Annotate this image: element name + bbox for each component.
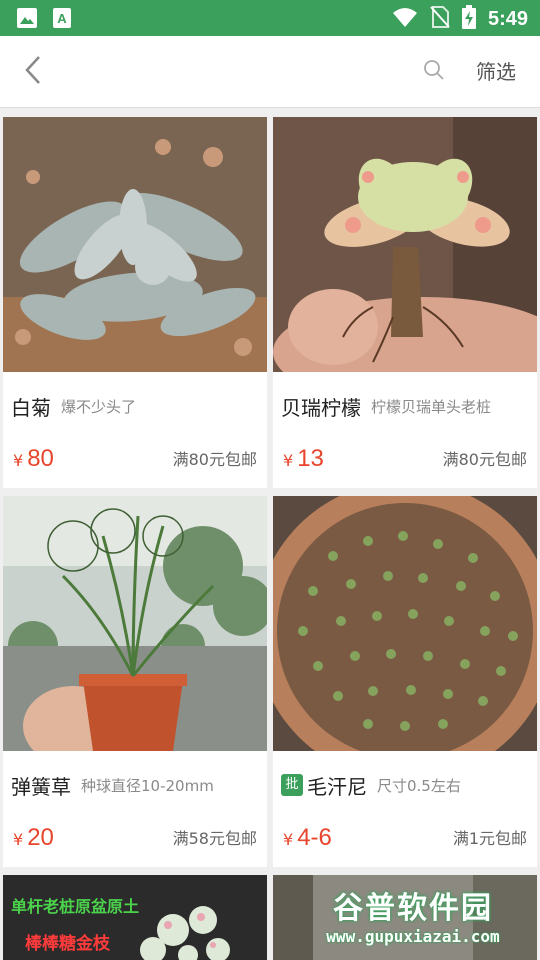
photo-overlay-text: 棒棒糖金枝 bbox=[25, 934, 110, 954]
product-name: 弹簧草 bbox=[11, 774, 71, 799]
shipping-note: 满58元包邮 bbox=[172, 829, 257, 848]
product-name: 毛汗尼 bbox=[307, 774, 367, 799]
product-card[interactable]: 谷普软件园 www.gupuxiazai.com bbox=[273, 875, 537, 960]
watermark-text: 谷普软件园 bbox=[333, 891, 493, 926]
search-icon bbox=[423, 59, 445, 85]
wifi-icon bbox=[392, 6, 418, 32]
product-title-row: 白菊 爆不少头了 bbox=[11, 391, 263, 421]
currency-symbol: ¥ bbox=[283, 830, 294, 849]
shipping-note: 满80元包邮 bbox=[172, 450, 257, 469]
product-photo bbox=[3, 117, 267, 372]
back-button[interactable] bbox=[18, 54, 48, 90]
price-value: 80 bbox=[27, 445, 54, 472]
currency-symbol: ¥ bbox=[13, 451, 24, 470]
price-value: 20 bbox=[27, 824, 54, 851]
product-title-row: 批 毛汗尼 尺寸0.5左右 bbox=[281, 770, 533, 800]
battery-charging-icon bbox=[461, 5, 476, 33]
product-photo: 谷普软件园 www.gupuxiazai.com bbox=[273, 875, 537, 960]
top-nav-bar: 筛选 bbox=[0, 36, 540, 108]
no-sim-icon bbox=[430, 5, 450, 33]
product-subtitle: 爆不少头了 bbox=[61, 397, 137, 416]
product-title-row: 贝瑞柠檬 柠檬贝瑞单头老桩 bbox=[281, 391, 533, 421]
product-card[interactable]: 弹簧草 种球直径10-20mm ¥ 20 满58元包邮 bbox=[3, 496, 267, 867]
clock-time: 5:49 bbox=[487, 8, 528, 30]
product-name: 白菊 bbox=[11, 395, 51, 420]
product-photo bbox=[273, 117, 537, 372]
filter-button[interactable]: 筛选 bbox=[466, 56, 526, 88]
product-subtitle: 种球直径10-20mm bbox=[81, 776, 214, 795]
product-photo: 单杆老桩原盆原土 棒棒糖金枝 bbox=[3, 875, 267, 960]
product-grid: 白菊 爆不少头了 ¥ 80 满80元包邮 贝瑞柠檬 柠檬贝瑞单头老桩 ¥ 13 … bbox=[0, 109, 540, 960]
status-bar: A 5:49 bbox=[0, 0, 540, 36]
svg-text:A: A bbox=[57, 11, 67, 26]
currency-symbol: ¥ bbox=[283, 451, 294, 470]
shipping-note: 满1元包邮 bbox=[452, 829, 527, 848]
chevron-left-icon bbox=[24, 55, 42, 89]
product-price: ¥ 20 bbox=[13, 824, 54, 854]
photo-overlay-text: 单杆老桩原盆原土 bbox=[11, 897, 140, 916]
product-title-row: 弹簧草 种球直径10-20mm bbox=[11, 770, 263, 800]
search-button[interactable] bbox=[420, 58, 448, 86]
watermark-url: www.gupuxiazai.com bbox=[326, 927, 500, 946]
product-card[interactable]: 白菊 爆不少头了 ¥ 80 满80元包邮 bbox=[3, 117, 267, 488]
product-price: ¥ 80 bbox=[13, 445, 54, 475]
font-app-icon: A bbox=[52, 7, 72, 33]
product-price: ¥ 4-6 bbox=[283, 824, 332, 854]
product-subtitle: 柠檬贝瑞单头老桩 bbox=[371, 397, 492, 416]
product-photo bbox=[273, 496, 537, 751]
product-card[interactable]: 单杆老桩原盆原土 棒棒糖金枝 bbox=[3, 875, 267, 960]
price-value: 4-6 bbox=[297, 824, 332, 851]
gallery-icon bbox=[16, 7, 38, 33]
product-name: 贝瑞柠檬 bbox=[281, 395, 361, 420]
product-card[interactable]: 批 毛汗尼 尺寸0.5左右 ¥ 4-6 满1元包邮 bbox=[273, 496, 537, 867]
product-card[interactable]: 贝瑞柠檬 柠檬贝瑞单头老桩 ¥ 13 满80元包邮 bbox=[273, 117, 537, 488]
product-price: ¥ 13 bbox=[283, 445, 324, 475]
shipping-note: 满80元包邮 bbox=[442, 450, 527, 469]
product-photo bbox=[3, 496, 267, 751]
product-subtitle: 尺寸0.5左右 bbox=[377, 776, 461, 795]
price-value: 13 bbox=[297, 445, 324, 472]
wholesale-badge: 批 bbox=[281, 774, 303, 796]
currency-symbol: ¥ bbox=[13, 830, 24, 849]
